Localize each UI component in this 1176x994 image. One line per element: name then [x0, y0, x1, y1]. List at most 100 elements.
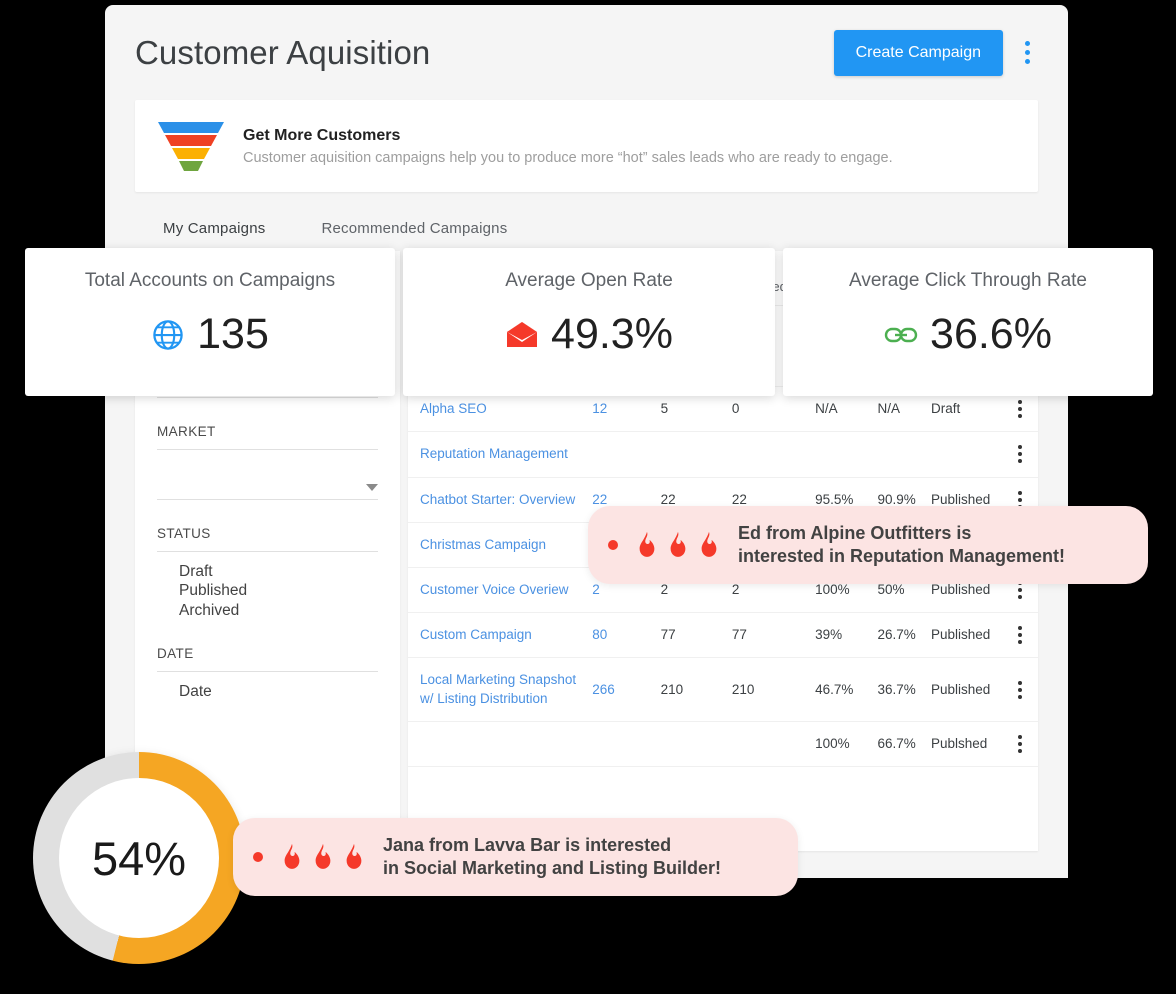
flame-icon: [701, 531, 717, 557]
tab-bar: My Campaigns Recommended Campaigns: [135, 196, 1038, 251]
status-filter-group: STATUS Draft Published Archived: [157, 526, 378, 620]
table-row[interactable]: Custom Campaign 80 77 77 39% 26.7% Published: [408, 612, 1038, 659]
header-actions: Create Campaign: [833, 29, 1038, 76]
toast-line-1: Ed from Alpine Outfitters is: [738, 523, 972, 543]
campaign-link[interactable]: Local Marketing Snapshot w/ Listing Dist…: [420, 672, 576, 705]
stat-card-total-accounts: Total Accounts on Campaigns 135: [25, 248, 395, 396]
cell-ctor: 36.7%: [877, 657, 931, 722]
campaign-link[interactable]: Custom Campaign: [420, 627, 532, 642]
cell-ctor: 66.7%: [877, 721, 931, 768]
notification-toast-1[interactable]: Ed from Alpine Outfitters is interested …: [588, 506, 1148, 585]
kebab-menu-icon[interactable]: [1017, 35, 1038, 70]
cell-open-rate: 46.7%: [815, 657, 878, 722]
cell-name[interactable]: Custom Campaign: [408, 612, 593, 659]
cell-active-accounts: [660, 721, 732, 768]
cell-emails-delivered: 210: [731, 657, 816, 722]
page-header: Customer Aquisition Create Campaign: [105, 5, 1068, 100]
cell-status: [930, 431, 1003, 478]
cell-active-accounts: 210: [660, 657, 732, 722]
tab-recommended-campaigns[interactable]: Recommended Campaigns: [293, 220, 535, 251]
cell-open-rate: 100%: [815, 721, 878, 768]
status-dot: [608, 540, 618, 551]
link-chain-icon: [884, 327, 918, 342]
flame-icon: [284, 843, 300, 869]
cell-row-menu[interactable]: [1002, 657, 1038, 722]
campaign-link[interactable]: Chatbot Starter: Overview: [420, 492, 575, 507]
cell-total-accounts[interactable]: [592, 431, 661, 478]
row-kebab-menu-icon[interactable]: [1002, 626, 1038, 645]
status-label: STATUS: [157, 526, 378, 552]
campaign-link[interactable]: Reputation Management: [420, 446, 568, 461]
cell-name[interactable]: Christmas Campaign: [408, 522, 593, 569]
cell-active-accounts: 77: [660, 612, 732, 659]
cell-row-menu[interactable]: [1002, 612, 1038, 659]
date-label: DATE: [157, 646, 378, 673]
cell-row-menu[interactable]: [1002, 721, 1038, 768]
stat-title: Average Open Rate: [505, 270, 673, 291]
cell-emails-delivered: [731, 431, 816, 478]
cell-status: Published: [930, 657, 1003, 722]
create-campaign-button[interactable]: Create Campaign: [833, 29, 1003, 76]
donut-percent-label: 54%: [59, 778, 219, 938]
cell-ctor: 26.7%: [877, 612, 931, 659]
banner-text: Get More Customers Customer aquisition c…: [243, 127, 893, 166]
row-kebab-menu-icon[interactable]: [1002, 400, 1038, 419]
campaign-link[interactable]: Customer Voice Overiew: [420, 582, 569, 597]
date-option[interactable]: Date: [179, 682, 378, 701]
notification-toast-2[interactable]: Jana from Lavva Bar is interested in Soc…: [233, 818, 798, 897]
cell-row-menu[interactable]: [1002, 431, 1038, 478]
flame-icon: [315, 843, 331, 869]
row-kebab-menu-icon[interactable]: [1002, 735, 1038, 754]
campaign-link[interactable]: Christmas Campaign: [420, 537, 546, 552]
campaign-link[interactable]: Alpha SEO: [420, 401, 487, 416]
cell-open-rate: [815, 431, 878, 478]
page-title: Customer Aquisition: [135, 33, 431, 71]
stat-value-row: 49.3%: [505, 310, 673, 359]
cell-total-accounts[interactable]: [592, 721, 661, 768]
cell-emails-delivered: [731, 721, 816, 768]
app-window: Customer Aquisition Create Campaign Get …: [105, 5, 1068, 878]
cell-name[interactable]: Customer Voice Overiew: [408, 567, 593, 614]
stat-title: Average Click Through Rate: [849, 270, 1087, 291]
globe-icon: [153, 319, 183, 350]
stat-card-open-rate: Average Open Rate 49.3%: [403, 248, 775, 396]
row-kebab-menu-icon[interactable]: [1002, 445, 1038, 464]
cell-total-accounts[interactable]: 266: [592, 657, 661, 722]
date-filter-group: DATE Date: [157, 646, 378, 701]
table-row[interactable]: Reputation Management: [408, 431, 1038, 478]
row-kebab-menu-icon[interactable]: [1002, 680, 1038, 699]
stat-value-row: 135: [151, 310, 269, 359]
date-options: Date: [157, 672, 378, 701]
chevron-down-icon: [366, 484, 378, 491]
table-row[interactable]: Local Marketing Snapshot w/ Listing Dist…: [408, 657, 1038, 722]
toast-line-2: in Social Marketing and Listing Builder!: [383, 858, 722, 879]
status-option-draft[interactable]: Draft: [179, 562, 378, 581]
market-filter-group: MARKET: [157, 424, 378, 500]
cell-total-accounts[interactable]: 80: [592, 612, 661, 659]
cell-active-accounts: [660, 431, 732, 478]
stat-card-click-through-rate: Average Click Through Rate 36.6%: [783, 248, 1153, 396]
cell-name[interactable]: Local Marketing Snapshot w/ Listing Dist…: [408, 657, 593, 722]
cell-open-rate: 39%: [815, 612, 878, 659]
toast-line-2: interested in Reputation Management!: [738, 546, 1066, 567]
market-label: MARKET: [157, 424, 378, 450]
screenshot-root: Customer Aquisition Create Campaign Get …: [0, 0, 1176, 994]
stat-value: 49.3%: [551, 310, 673, 358]
flame-icon: [670, 531, 686, 557]
toast-message: Jana from Lavva Bar is interested in Soc…: [383, 834, 721, 880]
market-select[interactable]: [157, 450, 378, 500]
table-row[interactable]: 100% 66.7% Publshed: [408, 721, 1038, 768]
banner-subtitle: Customer aquisition campaigns help you t…: [243, 149, 893, 166]
cell-name[interactable]: Reputation Management: [408, 431, 593, 478]
status-option-published[interactable]: Published: [179, 581, 378, 600]
cell-status: Published: [930, 612, 1003, 659]
status-dot: [253, 852, 263, 863]
cell-name[interactable]: [408, 721, 593, 768]
status-option-archived[interactable]: Archived: [179, 601, 378, 620]
tab-my-campaigns[interactable]: My Campaigns: [135, 220, 294, 251]
cell-name[interactable]: Chatbot Starter: Overview: [408, 477, 593, 523]
stat-value: 135: [197, 310, 269, 358]
cell-status: Publshed: [930, 721, 1003, 768]
stat-title: Total Accounts on Campaigns: [84, 270, 336, 291]
promo-banner: Get More Customers Customer aquisition c…: [135, 100, 1038, 192]
